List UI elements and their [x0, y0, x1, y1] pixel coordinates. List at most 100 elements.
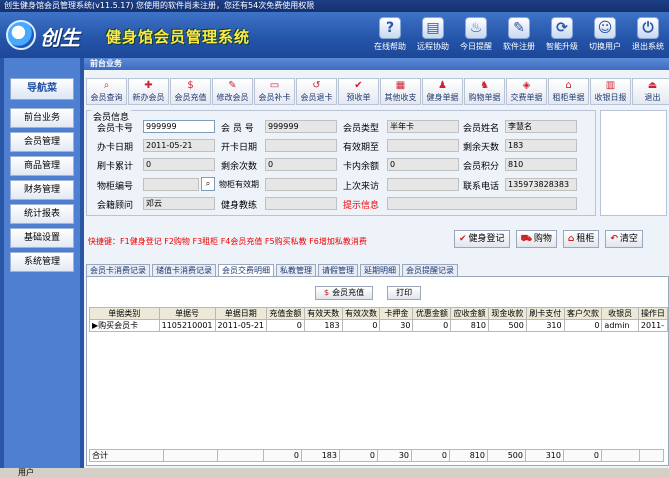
nav-item-finance[interactable]: 财务管理 — [10, 180, 74, 200]
table-row[interactable]: ▶购买会员卡 1105210001 2011-05-21 0 183 0 30 … — [89, 319, 669, 332]
tab-member-reminders[interactable]: 会员提醒记录 — [402, 264, 458, 276]
col-header[interactable]: 优惠金额 — [412, 307, 452, 320]
col-header[interactable]: 单据号 — [158, 307, 216, 320]
member-recharge-button[interactable]: $ 会员充值 — [170, 78, 211, 105]
col-header[interactable]: 有效天数 — [303, 307, 343, 320]
edit-icon: ✎ — [228, 80, 237, 91]
clear-button[interactable]: ↶ 清空 — [605, 230, 643, 248]
panel-recharge-button[interactable]: $ 会员充值 — [315, 286, 374, 300]
member-type-field[interactable]: 半年卡 — [387, 120, 459, 133]
last-visit-field[interactable] — [387, 178, 459, 191]
card-icon: ▭ — [269, 80, 280, 91]
tab-private-training[interactable]: 私教管理 — [276, 264, 316, 276]
status-bar: 用户 — [0, 468, 669, 478]
tab-extension-details[interactable]: 延期明细 — [360, 264, 400, 276]
exit-system-button[interactable]: ⏻ 退出系统 — [627, 15, 669, 55]
tab-card-consumption[interactable]: 会员卡消费记录 — [86, 264, 150, 276]
coach-field[interactable] — [265, 197, 337, 210]
advisor-field[interactable]: 邓云 — [143, 197, 215, 210]
fitness-checkin-button[interactable]: ✔ 健身登记 — [454, 230, 510, 248]
totals-row: 合计 0 183 0 30 0 810 500 310 0 — [89, 449, 664, 462]
col-header[interactable]: 充值金额 — [266, 307, 305, 320]
fitness-receipts-button[interactable]: ♟ 健身单据 — [422, 78, 463, 105]
locker-no-field[interactable] — [143, 178, 199, 191]
payment-receipts-button[interactable]: ◈ 交费单据 — [506, 78, 547, 105]
col-header[interactable]: 有效次数 — [341, 307, 381, 320]
table-cell: 2011- — [637, 319, 669, 332]
locker-valid-field[interactable] — [265, 178, 337, 191]
record-tabs: 会员卡消费记录 储值卡消费记录 会员交费明细 私教管理 请假管理 延期明细 会员… — [86, 264, 460, 276]
nav-item-reports[interactable]: 统计报表 — [10, 204, 74, 224]
nav-item-basic-settings[interactable]: 基础设置 — [10, 228, 74, 248]
nav-item-front-desk[interactable]: 前台业务 — [10, 108, 74, 128]
notice-field[interactable] — [387, 197, 577, 210]
member-photo — [600, 110, 667, 216]
card-no-field[interactable]: 999999 — [143, 120, 215, 133]
locker-receipts-button[interactable]: ⌂ 租柜单据 — [548, 78, 589, 105]
points-field[interactable]: 810 — [505, 158, 577, 171]
col-header[interactable]: 应收金额 — [450, 307, 490, 320]
locker-icon: ⌂ — [565, 80, 572, 91]
open-date-label: 开卡日期 — [221, 143, 258, 153]
shopping-receipts-button[interactable]: ♞ 购物单据 — [464, 78, 505, 105]
days-left-field[interactable]: 183 — [505, 139, 577, 152]
prepayment-button[interactable]: ✔ 预收单 — [338, 78, 379, 105]
payment-details-panel: $ 会员充值 打印 单据类别 单据号 单据日期 充值金额 有效天数 有效次数 卡押… — [86, 276, 669, 466]
ledger-icon: ▦ — [395, 80, 406, 91]
issue-date-field[interactable]: 2011-05-21 — [143, 139, 215, 152]
table-cell: 0 — [341, 319, 381, 332]
panel-buttons: $ 会员充值 打印 — [315, 286, 435, 300]
member-query-button[interactable]: ⌕ 会员查询 — [86, 78, 127, 105]
new-member-button[interactable]: ✚ 新办会员 — [128, 78, 169, 105]
rent-locker-button[interactable]: ⌂ 租柜 — [562, 230, 600, 248]
payment-table: 单据类别 单据号 单据日期 充值金额 有效天数 有效次数 卡押金 优惠金额 应收… — [89, 307, 669, 332]
col-header[interactable]: 客户欠款 — [563, 307, 603, 320]
member-no-field[interactable]: 999999 — [265, 120, 337, 133]
totals-cell: 310 — [525, 449, 564, 462]
action-buttons: ✔ 健身登记 ⛟ 购物 ⌂ 租柜 ↶ 清空 — [454, 230, 649, 248]
locker-search-button[interactable]: ⌕ — [201, 177, 215, 191]
col-header[interactable]: 卡押金 — [379, 307, 414, 320]
swipe-total-field[interactable]: 0 — [143, 158, 215, 171]
phone-label: 联系电话 — [463, 182, 500, 192]
member-name-label: 会员姓名 — [463, 124, 500, 134]
nav-item-system[interactable]: 系统管理 — [10, 252, 74, 272]
upgrade-button[interactable]: ⟳ 智能升级 — [541, 15, 583, 55]
edit-member-button[interactable]: ✎ 修改会员 — [212, 78, 253, 105]
exit-button[interactable]: ⏏ 退出 — [632, 78, 669, 105]
col-header[interactable]: 现金收款 — [488, 307, 527, 320]
col-header[interactable]: 收银员 — [601, 307, 639, 320]
system-name: 健身馆会员管理系统 — [106, 28, 251, 46]
tab-leave-management[interactable]: 请假管理 — [318, 264, 358, 276]
other-income-button[interactable]: ▦ 其他收支 — [380, 78, 421, 105]
col-header[interactable]: 刷卡支付 — [525, 307, 565, 320]
shopping-button[interactable]: ⛟ 购物 — [515, 230, 557, 248]
logo-icon — [6, 20, 36, 50]
times-left-field[interactable]: 0 — [265, 158, 337, 171]
cart-icon: ⛟ — [520, 234, 532, 244]
register-button[interactable]: ✎ 软件注册 — [498, 15, 540, 55]
last-visit-label: 上次来访 — [343, 182, 380, 192]
valid-until-field[interactable] — [387, 139, 459, 152]
daily-report-button[interactable]: ▥ 收银日报 — [590, 78, 631, 105]
tab-payment-details[interactable]: 会员交费明细 — [218, 264, 274, 276]
switch-user-button[interactable]: ☺ 切换用户 — [584, 15, 626, 55]
table-cell: 500 — [488, 319, 527, 332]
print-button[interactable]: 打印 — [387, 286, 422, 300]
col-header[interactable]: 单据日期 — [214, 307, 268, 320]
phone-field[interactable]: 13597382838​3 — [505, 178, 577, 191]
col-header[interactable]: 单据类别 — [89, 307, 160, 320]
open-date-field[interactable] — [265, 139, 337, 152]
tab-stored-card-consumption[interactable]: 储值卡消费记录 — [152, 264, 216, 276]
balance-field[interactable]: 0 — [387, 158, 459, 171]
nav-item-members[interactable]: 会员管理 — [10, 132, 74, 152]
member-name-field[interactable]: 李慧名 — [505, 120, 577, 133]
reissue-card-button[interactable]: ▭ 会员补卡 — [254, 78, 295, 105]
help-button[interactable]: ? 在线帮助 — [369, 15, 411, 55]
nav-item-products[interactable]: 商品管理 — [10, 156, 74, 176]
today-reminder-button[interactable]: ♨ 今日提醒 — [455, 15, 497, 55]
return-card-button[interactable]: ↺ 会员退卡 — [296, 78, 337, 105]
col-header[interactable]: 操作日 — [637, 307, 669, 320]
card-no-label: 会员卡号 — [97, 124, 134, 134]
remote-assist-button[interactable]: ▤ 远程协助 — [412, 15, 454, 55]
